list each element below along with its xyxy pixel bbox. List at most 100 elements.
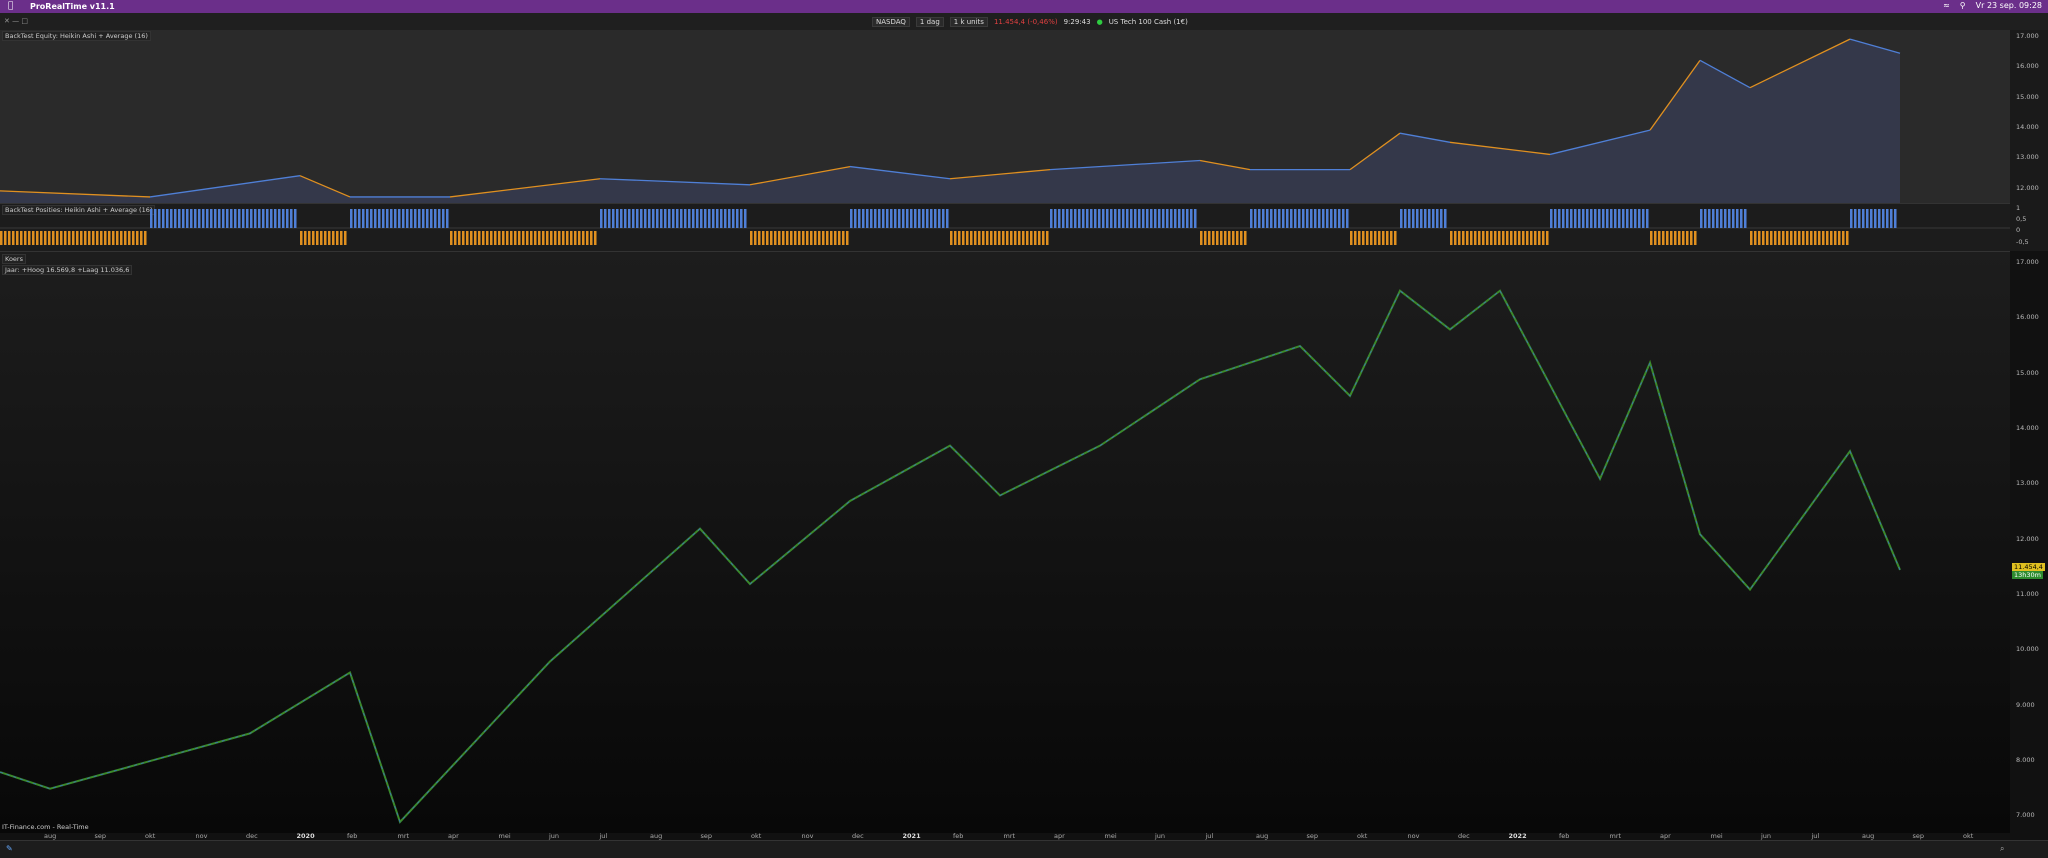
position-bar	[1400, 209, 1403, 228]
position-bar	[882, 209, 885, 228]
position-bar	[206, 209, 209, 228]
positions-chart[interactable]	[0, 204, 2010, 252]
position-bar	[994, 231, 997, 245]
x-tick-label: apr	[448, 832, 459, 840]
position-bar	[794, 231, 797, 245]
period-select[interactable]: 1 dag	[915, 17, 944, 27]
position-bar	[120, 231, 123, 245]
position-bar	[354, 209, 357, 228]
position-bar	[1886, 209, 1889, 228]
position-bar	[136, 231, 139, 245]
position-bar	[486, 231, 489, 245]
position-bar	[1166, 209, 1169, 228]
position-bar	[234, 209, 237, 228]
position-bar	[414, 209, 417, 228]
x-tick-label: feb	[347, 832, 358, 840]
y-tick-label: 17.000	[2016, 258, 2039, 267]
x-tick-label: 2022	[1508, 832, 1527, 840]
position-bar	[1338, 209, 1341, 228]
position-bar	[1098, 209, 1101, 228]
position-bar	[430, 209, 433, 228]
position-bar	[1574, 209, 1577, 228]
position-bar	[1712, 209, 1715, 228]
position-bar	[1598, 209, 1601, 228]
position-bar	[1350, 231, 1353, 245]
position-bar	[1386, 231, 1389, 245]
position-bar	[190, 209, 193, 228]
menu-bar:  ProRealTime v11.1 ≈ ⚲ Vr 23 sep. 09:28	[0, 0, 2048, 13]
position-bar	[1708, 209, 1711, 228]
position-bar	[1050, 209, 1053, 228]
position-bar	[1534, 231, 1537, 245]
position-bar	[1322, 209, 1325, 228]
position-bar	[28, 231, 31, 245]
draw-tool-icon[interactable]: ✎	[6, 844, 13, 853]
y-tick-label: -0,5	[2016, 237, 2029, 246]
position-bar	[974, 231, 977, 245]
position-bar	[1838, 231, 1841, 245]
window-controls[interactable]: ✕ — □	[4, 17, 28, 25]
equity-chart[interactable]	[0, 30, 2010, 203]
position-bar	[1724, 209, 1727, 228]
app-name[interactable]: ProRealTime v11.1	[30, 2, 115, 11]
position-bar	[870, 209, 873, 228]
price-chart[interactable]	[0, 252, 2010, 833]
position-bar	[158, 209, 161, 228]
position-bar	[434, 209, 437, 228]
position-bar	[332, 231, 335, 245]
position-bar	[830, 231, 833, 245]
position-bar	[1570, 209, 1573, 228]
search-icon[interactable]: ⚲	[1960, 1, 1966, 10]
y-tick-label: 17.000	[2016, 32, 2039, 41]
position-bar	[1678, 231, 1681, 245]
x-tick-label: jun	[549, 832, 560, 840]
position-bar	[902, 209, 905, 228]
x-tick-label: aug	[44, 832, 57, 840]
position-bar	[1614, 209, 1617, 228]
position-bar	[386, 209, 389, 228]
instrument-name[interactable]: US Tech 100 Cash (1€)	[1109, 18, 1188, 26]
position-bar	[258, 209, 261, 228]
position-bar	[530, 231, 533, 245]
x-tick-label: sep	[1912, 832, 1925, 840]
position-bar	[1086, 209, 1089, 228]
market-select[interactable]: NASDAQ	[872, 17, 910, 27]
position-bar	[720, 209, 723, 228]
position-bar	[918, 209, 921, 228]
menubar-datetime[interactable]: Vr 23 sep. 09:28	[1976, 1, 2042, 10]
position-bar	[16, 231, 19, 245]
position-bar	[1134, 209, 1137, 228]
position-bar	[374, 209, 377, 228]
position-bar	[1058, 209, 1061, 228]
x-tick-label: aug	[650, 832, 663, 840]
position-bar	[1894, 209, 1897, 228]
position-bar	[1250, 209, 1253, 228]
units-select[interactable]: 1 k units	[949, 17, 988, 27]
position-bar	[1428, 209, 1431, 228]
position-bar	[1638, 209, 1641, 228]
position-bar	[482, 231, 485, 245]
y-tick-label: 13.000	[2016, 153, 2039, 162]
position-bar	[1602, 209, 1605, 228]
position-bar	[1882, 209, 1885, 228]
position-bar	[1236, 231, 1239, 245]
position-bar	[632, 209, 635, 228]
wifi-icon[interactable]: ≈	[1943, 1, 1950, 10]
x-tick-label: 2020	[296, 832, 315, 840]
position-bar	[1782, 231, 1785, 245]
position-bar	[8, 231, 11, 245]
position-bar	[1062, 209, 1065, 228]
position-bar	[910, 209, 913, 228]
position-bar	[1566, 209, 1569, 228]
position-bar	[1786, 231, 1789, 245]
position-bar	[1630, 209, 1633, 228]
position-bar	[1106, 209, 1109, 228]
position-bar	[150, 209, 153, 228]
position-bar	[700, 209, 703, 228]
position-bar	[970, 231, 973, 245]
position-bar	[64, 231, 67, 245]
zoom-icon[interactable]: ⌕	[2000, 844, 2004, 854]
position-bar	[132, 231, 135, 245]
apple-icon[interactable]: 	[8, 1, 13, 11]
x-tick-label: apr	[1054, 832, 1065, 840]
